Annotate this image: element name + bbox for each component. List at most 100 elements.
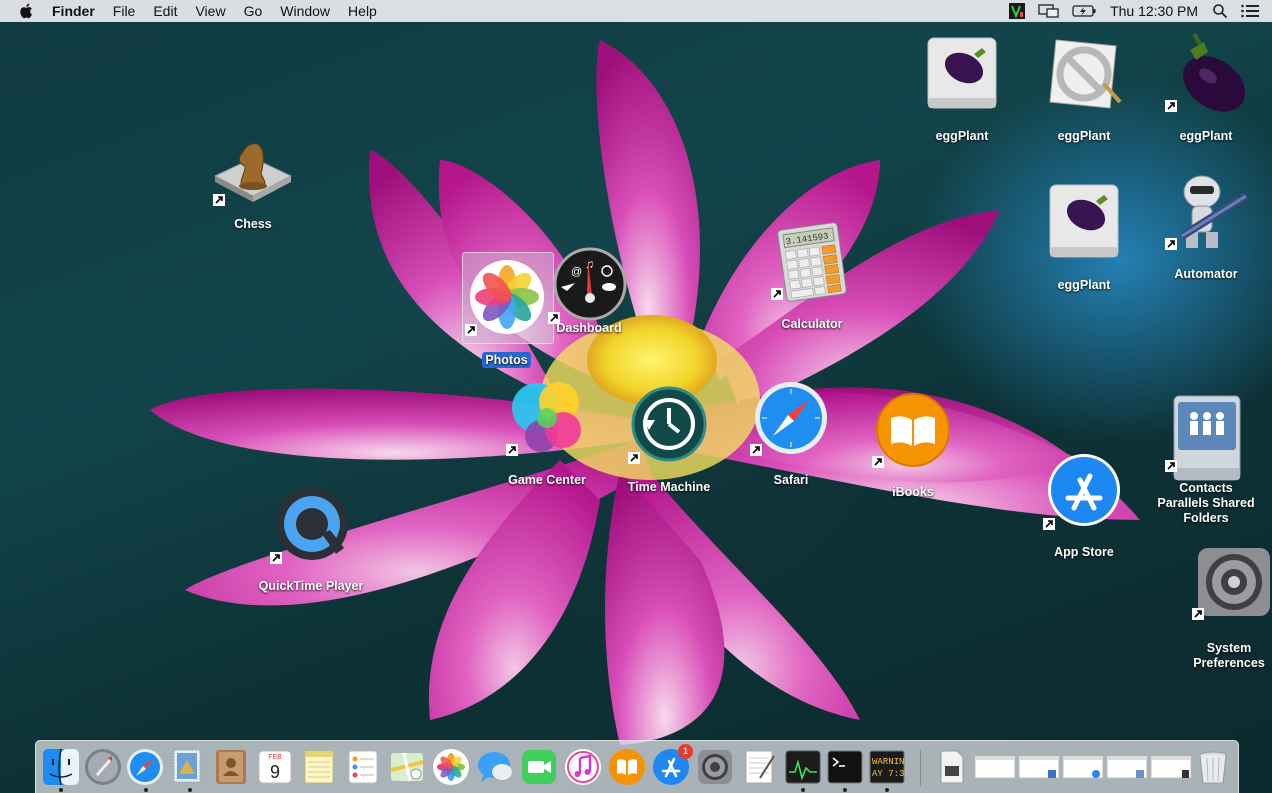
- menubar-clock[interactable]: Thu 12:30 PM: [1110, 3, 1198, 19]
- running-indicator: [188, 788, 192, 792]
- menu-file[interactable]: File: [113, 3, 136, 19]
- alias-arrow-icon: [270, 552, 282, 564]
- desktop: Finder File Edit View Go Window Help Thu…: [0, 0, 1272, 793]
- desktop-icon-eggplant-drive-1[interactable]: eggPlant: [912, 32, 1012, 144]
- dock-maps[interactable]: [388, 748, 426, 786]
- icon-label: Time Machine: [627, 480, 711, 494]
- dock-app-store[interactable]: 1: [652, 744, 693, 786]
- alias-arrow-icon: [465, 324, 477, 336]
- window-thumbnail-icon: [974, 755, 1016, 779]
- icon-label: eggPlant: [1057, 129, 1111, 143]
- desktop-icon-eggplant-alias[interactable]: eggPlant: [1156, 30, 1256, 144]
- dock-calendar[interactable]: FEB 9: [256, 748, 294, 786]
- dock-minimized-window-1[interactable]: [974, 748, 1016, 786]
- desktop-icon-safari[interactable]: Safari: [741, 380, 841, 488]
- dock-minimized-window-2[interactable]: [1018, 748, 1060, 786]
- icon-label: Chess: [234, 217, 272, 231]
- desktop-icon-chess[interactable]: Chess: [203, 136, 303, 232]
- menu-help[interactable]: Help: [348, 3, 377, 19]
- alias-arrow-icon: [506, 444, 518, 456]
- activity-monitor-graph-icon: [785, 750, 821, 784]
- console-text-line-1: WARNIN: [872, 757, 904, 767]
- desktop-icon-system-preferences[interactable]: System Preferences: [1186, 544, 1272, 671]
- airplay-display-icon[interactable]: [1038, 3, 1060, 19]
- dock-console[interactable]: WARNIN AY 7:36: [868, 748, 910, 786]
- desktop-icon-calculator[interactable]: 3.141593 Calculator: [762, 222, 862, 332]
- photos-flower-icon: [433, 749, 469, 785]
- eggplant-status-icon[interactable]: [1008, 2, 1026, 20]
- icon-label: Calculator: [781, 317, 843, 331]
- dock-system-preferences[interactable]: [696, 748, 734, 786]
- menu-go[interactable]: Go: [244, 3, 263, 19]
- desktop-icon-eggplant-app[interactable]: eggPlant: [1034, 32, 1134, 144]
- dock-messages[interactable]: [476, 748, 514, 786]
- apple-menu-icon[interactable]: [18, 2, 36, 20]
- menu-window[interactable]: Window: [280, 3, 330, 19]
- dock-separator: [920, 749, 921, 787]
- alias-arrow-icon: [628, 452, 640, 464]
- svg-text:@: @: [571, 266, 582, 278]
- alias-arrow-icon: [1165, 100, 1177, 112]
- icon-label: QuickTime Player: [258, 579, 364, 593]
- spotlight-search-icon[interactable]: [1212, 3, 1228, 19]
- menu-app-finder[interactable]: Finder: [52, 3, 95, 19]
- icon-label: Contacts Parallels Shared Folders: [1157, 481, 1255, 525]
- icon-label: Game Center: [508, 473, 586, 487]
- itunes-note-icon: [565, 749, 601, 785]
- window-thumbnail-icon: [1062, 755, 1104, 779]
- desktop-icon-time-machine[interactable]: Time Machine: [619, 386, 719, 495]
- notification-center-icon[interactable]: [1240, 3, 1260, 19]
- desktop-icon-dashboard[interactable]: @ ♫ Dashboard: [543, 247, 635, 336]
- desktop-icon-automator[interactable]: Automator: [1156, 170, 1256, 282]
- icon-label: iBooks: [892, 485, 934, 499]
- dock-terminal[interactable]: [826, 748, 864, 786]
- dock: FEB 9 1 WARNIN AY 7:3: [35, 740, 1239, 793]
- reminders-list-icon: [348, 750, 378, 784]
- window-thumbnail-icon: [1150, 755, 1192, 779]
- dock-ibooks[interactable]: [608, 748, 646, 786]
- dock-trash[interactable]: [1194, 748, 1232, 786]
- dock-notes[interactable]: [300, 748, 338, 786]
- dock-minimized-window-5[interactable]: [1150, 748, 1192, 786]
- desktop-icon-ibooks[interactable]: iBooks: [863, 392, 963, 500]
- dock-safari[interactable]: [126, 748, 164, 786]
- dock-mail[interactable]: [168, 748, 206, 786]
- dock-minimized-window-4[interactable]: [1106, 748, 1148, 786]
- alias-arrow-icon: [872, 456, 884, 468]
- menu-view[interactable]: View: [195, 3, 225, 19]
- dock-textedit[interactable]: [740, 748, 778, 786]
- menu-edit[interactable]: Edit: [153, 3, 177, 19]
- dock-itunes[interactable]: [564, 748, 602, 786]
- alias-arrow-icon: [1165, 460, 1177, 472]
- eggplant-prohibited-app-icon: [1049, 39, 1122, 109]
- trash-can-icon: [1199, 751, 1227, 784]
- desktop-icon-quicktime[interactable]: QuickTime Player: [256, 486, 366, 594]
- desktop-icon-photos[interactable]: Photos: [460, 252, 554, 369]
- desktop-icon-app-store[interactable]: App Store: [1034, 452, 1134, 560]
- dock-contacts[interactable]: [212, 748, 250, 786]
- system-preferences-gear-icon: [698, 750, 732, 784]
- window-thumbnail-icon: [1018, 755, 1060, 779]
- running-indicator: [843, 788, 847, 792]
- dock-document-stack[interactable]: [932, 748, 970, 786]
- alias-arrow-icon: [213, 194, 225, 206]
- dock-facetime[interactable]: [520, 748, 558, 786]
- svg-text:♫: ♫: [585, 257, 594, 271]
- dock-reminders[interactable]: [344, 748, 382, 786]
- dock-photos[interactable]: [432, 748, 470, 786]
- desktop-icon-contacts-shared-folders[interactable]: Contacts Parallels Shared Folders: [1150, 394, 1262, 526]
- calendar-icon: FEB 9: [258, 750, 292, 784]
- desktop-icon-game-center[interactable]: Game Center: [497, 380, 597, 488]
- dock-minimized-window-3[interactable]: [1062, 748, 1104, 786]
- dock-finder[interactable]: [42, 748, 80, 786]
- battery-icon[interactable]: [1072, 4, 1098, 18]
- textedit-document-icon: [745, 750, 775, 784]
- dock-activity-monitor[interactable]: [784, 748, 822, 786]
- finder-face-icon: [43, 748, 79, 786]
- running-indicator: [885, 788, 889, 792]
- dock-launchpad[interactable]: [84, 748, 122, 786]
- desktop-icon-eggplant-drive-2[interactable]: eggPlant: [1034, 181, 1134, 293]
- alias-arrow-icon: [1165, 238, 1177, 250]
- launchpad-rocket-icon: [85, 749, 121, 785]
- icon-label: Safari: [773, 473, 809, 487]
